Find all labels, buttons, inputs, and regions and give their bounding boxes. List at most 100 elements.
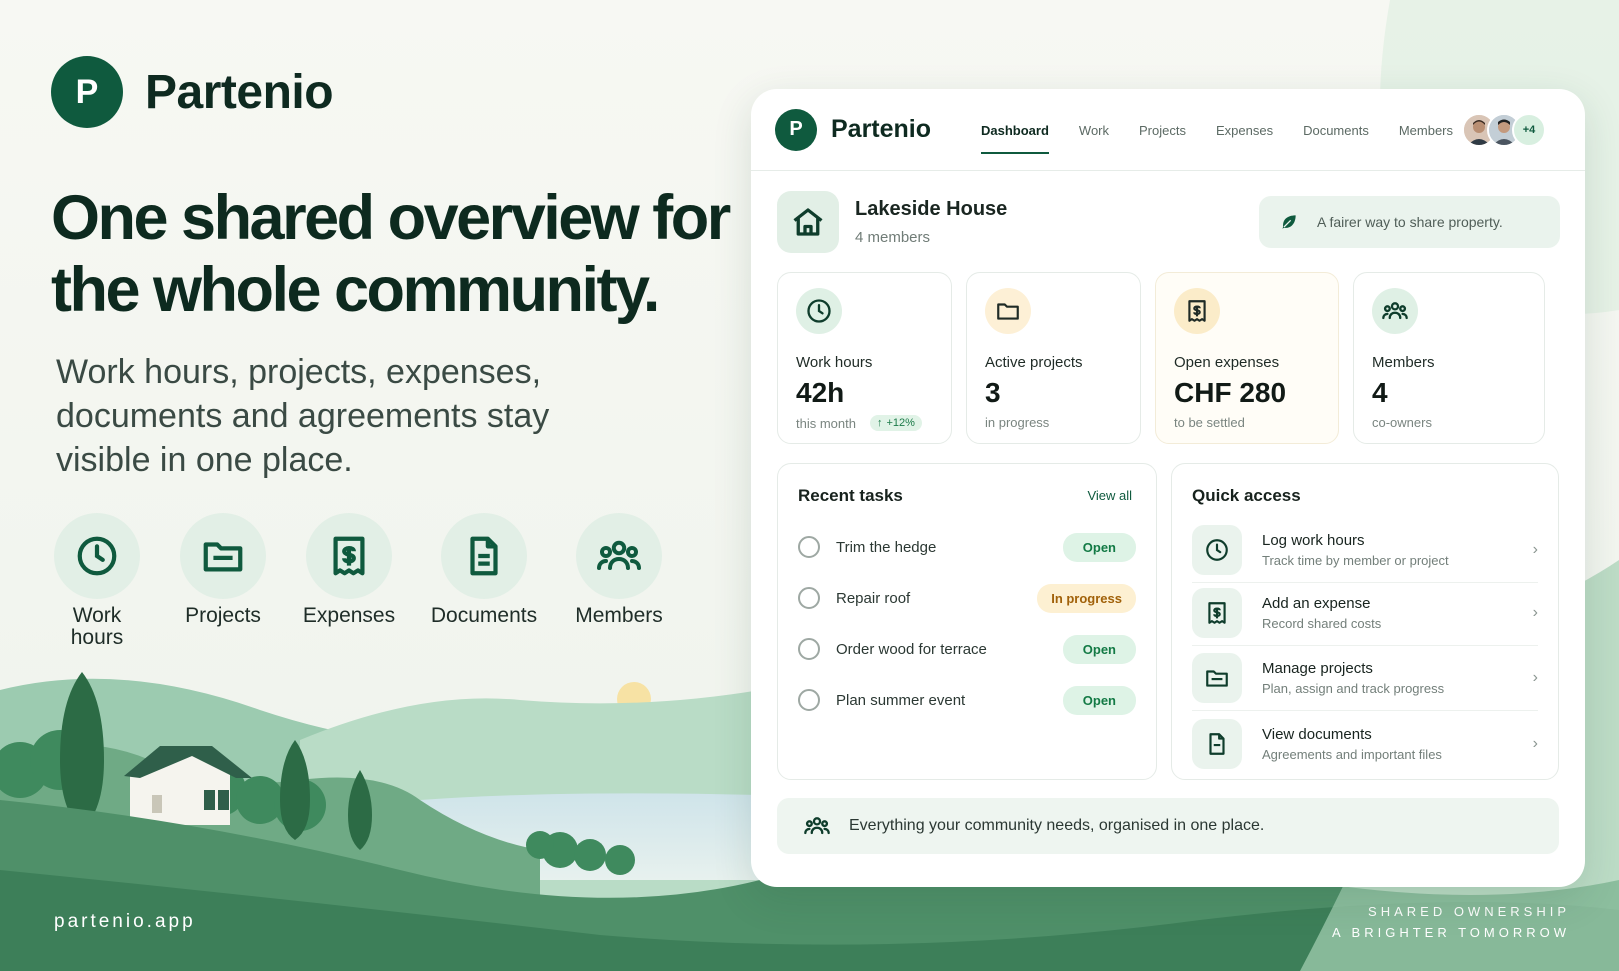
quick-view-documents[interactable]: View documents Agreements and important … bbox=[1192, 711, 1538, 776]
view-all-link[interactable]: View all bbox=[1087, 488, 1132, 503]
quick-subtitle: Record shared costs bbox=[1262, 616, 1382, 631]
feature-list: Work hours Projects Expenses Documents M… bbox=[54, 513, 663, 649]
stat-card-work-hours[interactable]: Work hours 42h this month ↑ +12% bbox=[777, 272, 952, 444]
feature-expenses: Expenses bbox=[302, 513, 396, 649]
chevron-right-icon: › bbox=[1532, 541, 1538, 558]
avatar-more[interactable]: +4 bbox=[1512, 113, 1546, 147]
feature-work-hours: Work hours bbox=[54, 513, 140, 649]
nav-tabs: Dashboard Work Projects Expenses Documen… bbox=[981, 89, 1483, 171]
property-subtitle: 4 members bbox=[855, 229, 931, 246]
app-logo[interactable]: P bbox=[775, 108, 817, 151]
tagline-line: SHARED OWNERSHIP bbox=[1368, 904, 1570, 919]
tab-members[interactable]: Members bbox=[1399, 89, 1453, 171]
feature-label: Documents bbox=[430, 604, 538, 627]
property-header: Lakeside House 4 members bbox=[777, 191, 1007, 253]
member-avatars[interactable]: +4 bbox=[1462, 113, 1546, 147]
members-icon bbox=[1372, 288, 1418, 334]
app-brand-name[interactable]: Partenio bbox=[831, 115, 931, 144]
stat-label: Active projects bbox=[985, 354, 1083, 371]
stat-label: Work hours bbox=[796, 354, 873, 371]
clock-icon bbox=[54, 513, 140, 599]
stat-value: CHF 280 bbox=[1174, 377, 1287, 408]
folder-icon bbox=[1192, 653, 1242, 703]
chevron-right-icon: › bbox=[1532, 734, 1538, 752]
task-label: Trim the hedge bbox=[836, 538, 937, 556]
app-window: P Partenio Dashboard Work Projects Expen… bbox=[751, 89, 1585, 887]
receipt-icon bbox=[1192, 588, 1242, 638]
tab-projects[interactable]: Projects bbox=[1139, 89, 1186, 171]
task-row[interactable]: Repair roof In progress bbox=[798, 581, 1136, 615]
stat-value: 42h bbox=[796, 377, 845, 408]
arrow-up-icon: ↑ bbox=[876, 417, 883, 429]
stat-card-projects[interactable]: Active projects 3 in progress bbox=[966, 272, 1141, 444]
stat-note: in progress bbox=[985, 415, 1050, 430]
task-label: Plan summer event bbox=[836, 691, 966, 709]
leaf-icon bbox=[1282, 215, 1296, 229]
tagline-line: A BRIGHTER TOMORROW bbox=[1331, 925, 1570, 940]
task-checkbox[interactable] bbox=[798, 536, 820, 558]
footer-text: Everything your community needs, organis… bbox=[849, 817, 1265, 834]
task-checkbox[interactable] bbox=[798, 689, 820, 711]
quick-subtitle: Agreements and important files bbox=[1262, 746, 1442, 762]
trend-badge: ↑ +12% bbox=[869, 415, 922, 431]
hero-brand: P Partenio bbox=[51, 56, 334, 128]
members-icon bbox=[804, 817, 830, 835]
tagline: SHARED OWNERSHIP A BRIGHTER TOMORROW bbox=[1332, 901, 1570, 943]
brand-logo: P bbox=[51, 56, 123, 128]
stat-label: Members bbox=[1372, 354, 1435, 371]
tab-documents[interactable]: Documents bbox=[1303, 89, 1369, 171]
motto-text: A fairer way to share property. bbox=[1317, 214, 1503, 230]
motto-banner: A fairer way to share property. bbox=[1259, 196, 1560, 248]
task-label: Repair roof bbox=[836, 589, 911, 607]
receipt-icon bbox=[1174, 288, 1220, 334]
panel-title: Quick access bbox=[1192, 486, 1301, 505]
feature-projects: Projects bbox=[180, 513, 266, 649]
stat-note-text: this month bbox=[796, 415, 856, 431]
stat-card-expenses[interactable]: Open expenses CHF 280 to be settled bbox=[1155, 272, 1339, 444]
status-badge: Open bbox=[1062, 634, 1136, 664]
folder-icon bbox=[180, 513, 266, 599]
feature-label: Projects bbox=[185, 604, 261, 627]
task-row[interactable]: Trim the hedge Open bbox=[798, 530, 1136, 564]
tab-work[interactable]: Work bbox=[1079, 89, 1109, 171]
quick-add-expense[interactable]: Add an expense Record shared costs › bbox=[1192, 581, 1538, 646]
feature-label: Members bbox=[575, 604, 663, 627]
task-checkbox[interactable] bbox=[798, 587, 820, 609]
chevron-right-icon: › bbox=[1532, 604, 1538, 621]
receipt-icon bbox=[306, 513, 392, 599]
clock-icon bbox=[1192, 525, 1242, 575]
feature-documents: Documents bbox=[430, 513, 538, 649]
clock-icon bbox=[796, 288, 842, 334]
stat-note: to be settled bbox=[1174, 415, 1245, 430]
hero-subline: Work hours, projects, expenses, document… bbox=[56, 353, 550, 479]
stat-note: co-owners bbox=[1372, 415, 1432, 430]
feature-label: Expenses bbox=[302, 604, 396, 627]
quick-title: Log work hours bbox=[1262, 532, 1365, 549]
quick-log-work-hours[interactable]: Log work hours Track time by member or p… bbox=[1192, 518, 1538, 583]
feature-members: Members bbox=[575, 513, 663, 649]
status-badge: Open bbox=[1062, 532, 1136, 562]
task-label: Order wood for terrace bbox=[836, 640, 987, 658]
task-row[interactable]: Order wood for terrace Open bbox=[798, 632, 1136, 666]
tab-dashboard[interactable]: Dashboard bbox=[981, 89, 1049, 171]
quick-title: Add an expense bbox=[1262, 595, 1371, 612]
quick-title: Manage projects bbox=[1262, 660, 1373, 677]
quick-subtitle: Track time by member or project bbox=[1262, 553, 1449, 568]
stat-note: this month ↑ +12% bbox=[796, 415, 933, 431]
property-title: Lakeside House bbox=[855, 198, 1008, 220]
quick-manage-projects[interactable]: Manage projects Plan, assign and track p… bbox=[1192, 646, 1538, 711]
status-badge: Open bbox=[1062, 685, 1136, 715]
site-url[interactable]: partenio.app bbox=[54, 911, 196, 933]
recent-tasks-panel: Recent tasks View all Trim the hedge Ope… bbox=[777, 463, 1157, 780]
house-icon bbox=[777, 191, 839, 253]
task-checkbox[interactable] bbox=[798, 638, 820, 660]
stat-value: 4 bbox=[1372, 377, 1388, 408]
quick-title: View documents bbox=[1262, 725, 1372, 743]
app-nav: P Partenio Dashboard Work Projects Expen… bbox=[751, 89, 1585, 171]
quick-access-panel: Quick access Log work hours Track time b… bbox=[1171, 463, 1559, 780]
document-icon bbox=[441, 513, 527, 599]
stat-card-members[interactable]: Members 4 co-owners bbox=[1353, 272, 1545, 444]
brand-name: Partenio bbox=[145, 65, 334, 119]
task-row[interactable]: Plan summer event Open bbox=[798, 683, 1136, 717]
tab-expenses[interactable]: Expenses bbox=[1216, 89, 1273, 171]
